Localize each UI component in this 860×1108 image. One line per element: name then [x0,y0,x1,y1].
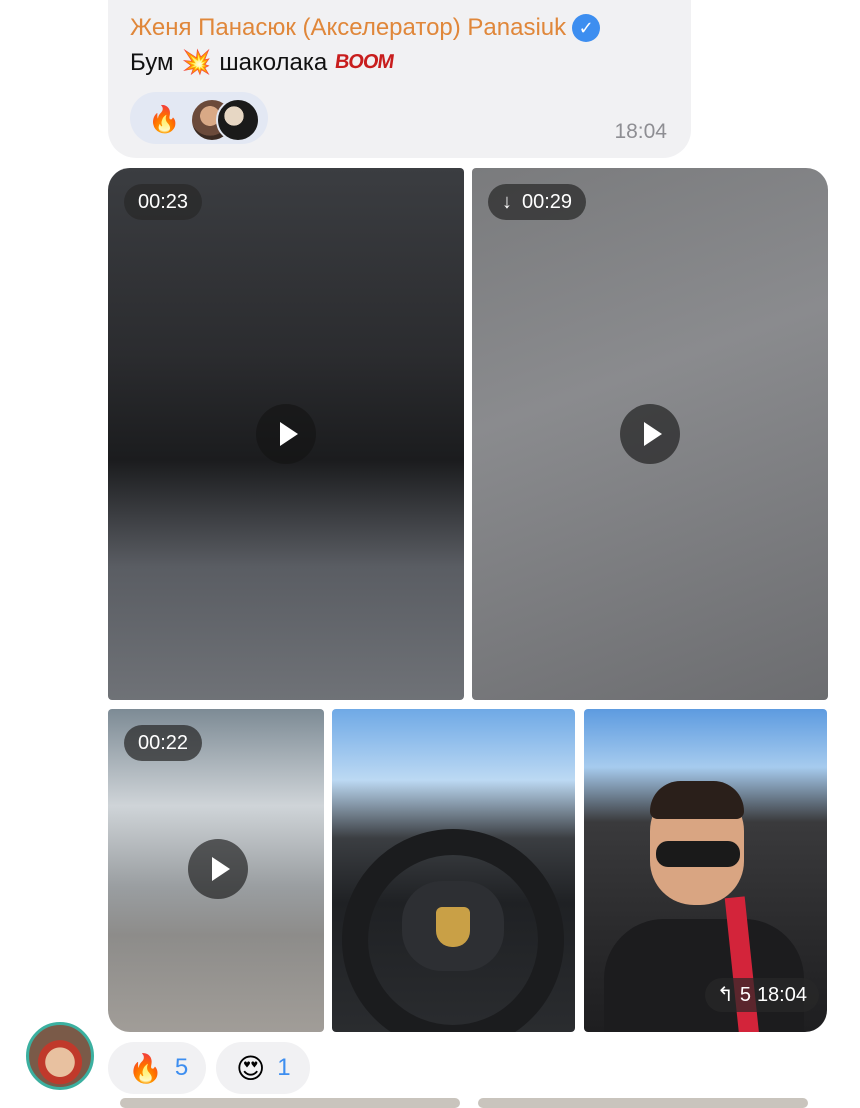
hair-shape [650,781,744,819]
download-icon[interactable]: ↓ [502,184,512,220]
message-reaction[interactable]: 🔥 [130,92,268,144]
reaction-count: 5 [174,1054,189,1081]
video-thumbnail[interactable]: 00:22 [108,709,324,1032]
video-thumbnail[interactable]: ↓ 00:29 [472,168,828,700]
reaction-count: 1 [277,1054,291,1081]
album-time: 18:04 [756,984,807,1006]
fire-emoji: 🔥 [128,1052,163,1084]
crest-shape [436,907,470,947]
reply-icon: ↰ [717,984,734,1006]
photo-steering-wheel[interactable] [332,709,575,1032]
next-media-peek [478,1098,808,1108]
video-thumbnail[interactable]: 00:23 [108,168,464,700]
boom-sticker: BOOM [333,51,396,73]
shirt-shape [604,919,804,1032]
reaction-fire[interactable]: 🔥 5 [108,1042,206,1094]
play-icon[interactable] [620,404,680,464]
verified-badge-icon: ✓ [572,14,601,42]
next-media-peek [120,1098,460,1108]
play-icon[interactable] [188,839,248,899]
sender-avatar[interactable] [26,1022,94,1090]
message-text: Бум 💥 шаколака BOOM [130,48,396,77]
sender-name[interactable]: Женя Панасюк (Акселератор) Panasiuk ✓ [130,14,601,42]
reactor-avatar [216,98,260,142]
play-icon[interactable] [256,404,316,464]
fire-emoji: 🔥 [148,104,181,134]
reaction-heart-eyes[interactable]: 😍 1 [216,1042,310,1094]
photo-selfie[interactable]: ↰ 5 18:04 [584,709,827,1032]
video-duration-badge: 00:22 [124,725,203,761]
collision-emoji: 💥 [181,49,212,76]
video-duration-badge: 00:23 [124,184,203,220]
sunglasses-shape [656,841,740,867]
album-footer[interactable]: ↰ 5 18:04 [705,978,819,1012]
reply-count: 5 [739,984,751,1006]
message-time: 18:04 [614,120,667,143]
video-duration-badge[interactable]: ↓ 00:29 [488,184,587,220]
heart-eyes-emoji: 😍 [236,1052,266,1084]
message-bubble[interactable]: Женя Панасюк (Акселератор) Panasiuk ✓ Бу… [108,0,691,158]
